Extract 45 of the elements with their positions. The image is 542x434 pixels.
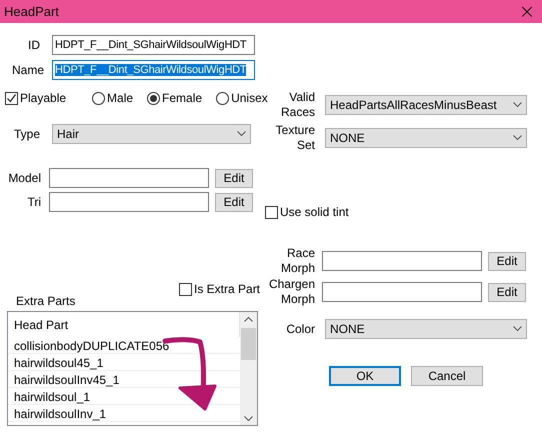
window-title: HeadPart — [4, 4, 59, 19]
radio-button[interactable] — [92, 92, 106, 104]
field-label: Texture Set — [274, 123, 315, 153]
color-dropdown[interactable]: NONE — [325, 319, 527, 339]
chevron-down-icon — [513, 102, 522, 108]
edit-button[interactable]: Edit — [215, 192, 253, 212]
chevron-down-icon — [513, 135, 522, 141]
radio-label: Female — [162, 91, 202, 105]
edit-button[interactable]: Edit — [488, 252, 526, 270]
input-field[interactable] — [49, 192, 209, 212]
chevron-down-icon — [513, 326, 522, 332]
checkbox-label: Is Extra Part — [194, 282, 260, 296]
radio-label: Unisex — [231, 91, 268, 105]
races-dropdown[interactable]: HeadPartsAllRacesMinusBeast — [325, 95, 527, 115]
field-label: Model — [7, 170, 41, 186]
field-label: Race Morph — [280, 246, 315, 276]
input-field[interactable] — [49, 168, 209, 188]
checkbox-label: Playable — [20, 91, 66, 105]
checkbox[interactable] — [5, 92, 18, 104]
ok-button[interactable]: OK — [329, 366, 401, 386]
checkbox[interactable] — [265, 206, 278, 218]
section-label: Extra Parts — [16, 294, 76, 308]
cancel-button[interactable]: Cancel — [411, 366, 483, 386]
field-label: Type — [12, 126, 40, 142]
field-label: ID — [27, 38, 40, 52]
input-field[interactable]: HDPT_F__Dint_SGhairWildsoulWigHDT — [52, 60, 255, 80]
field-label: Chargen Morph — [268, 277, 315, 307]
input-field[interactable] — [322, 282, 482, 302]
radio-label: Male — [107, 91, 134, 105]
chevron-down-icon — [237, 131, 246, 137]
checkbox-label: Use solid tint — [280, 205, 349, 219]
radio-button[interactable] — [147, 92, 160, 104]
edit-button[interactable]: Edit — [488, 282, 526, 302]
field-label: Color — [285, 322, 315, 336]
checkbox[interactable] — [179, 282, 192, 296]
edit-button[interactable]: Edit — [215, 168, 253, 188]
scrollbar[interactable] — [240, 312, 257, 425]
type-dropdown[interactable]: Hair — [52, 124, 251, 144]
close-button[interactable]: × — [512, 0, 542, 23]
texture-dropdown[interactable]: NONE — [325, 128, 527, 148]
field-label: Name — [10, 62, 44, 78]
field-label: Tri — [26, 194, 41, 210]
radio-button[interactable] — [216, 92, 230, 104]
input-field[interactable]: HDPT_F__Dint_SGhairWildsoulWigHDT — [52, 35, 255, 55]
input-field[interactable] — [322, 251, 482, 271]
